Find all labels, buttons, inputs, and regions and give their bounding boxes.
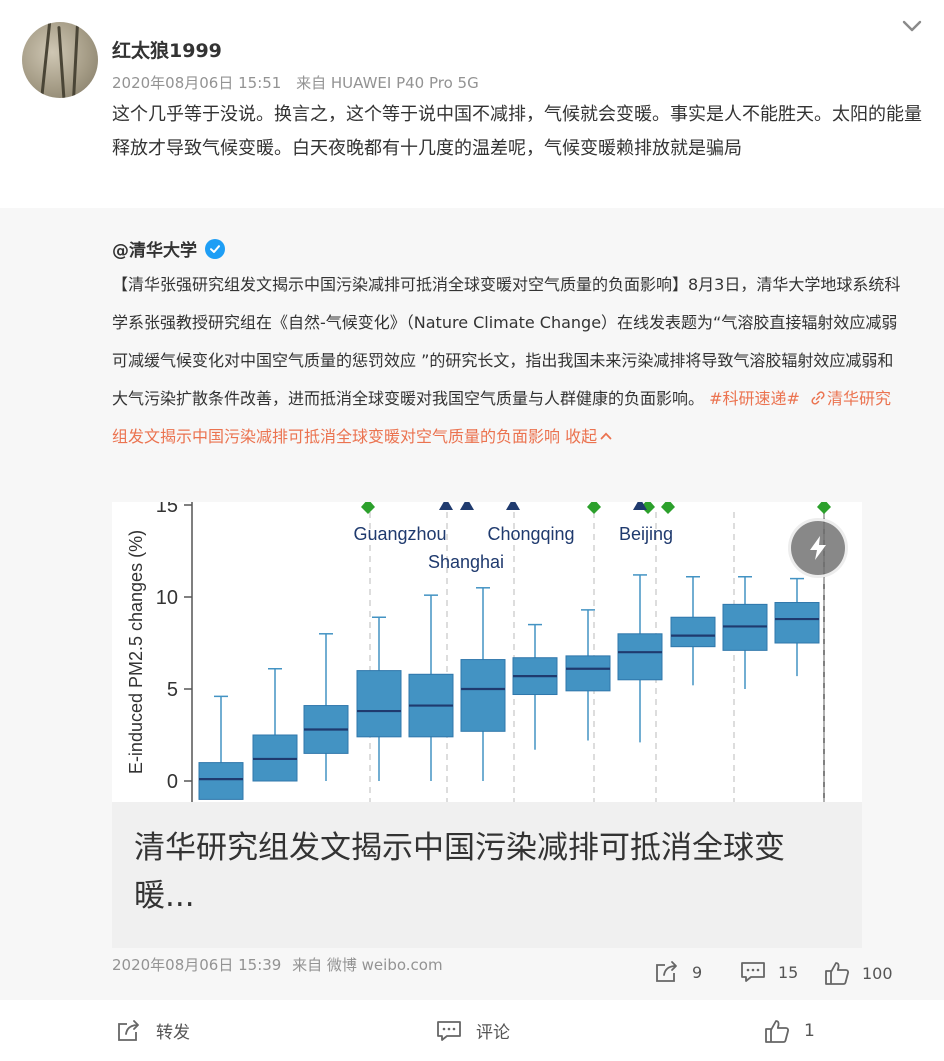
- post-source: 来自 HUAWEI P40 Pro 5G: [296, 74, 479, 92]
- quoted-comment-count: 15: [778, 962, 799, 982]
- article-card[interactable]: 0 5 10 15 E-induced PM2.5 changes (%) Guangzh…: [112, 502, 862, 948]
- comment-label[interactable]: 评论: [476, 1018, 510, 1043]
- y-tick-label: 10: [156, 587, 178, 609]
- thumbs-up-icon: [825, 962, 850, 985]
- link-icon: [811, 391, 825, 405]
- city-label: Shanghai: [428, 552, 504, 572]
- post-timestamp[interactable]: 2020年08月06日 15:51: [112, 74, 281, 92]
- y-axis-label: E-induced PM2.5 changes (%): [126, 530, 146, 774]
- diamond-marker: [361, 502, 375, 514]
- hashtag-link[interactable]: #科研速递#: [709, 389, 800, 408]
- city-label: Guangzhou: [353, 524, 446, 544]
- article-card-title[interactable]: 清华研究组发文揭示中国污染减排可抵消全球变暖...: [134, 824, 844, 920]
- like-button[interactable]: 1: [764, 1018, 815, 1044]
- avatar[interactable]: [22, 22, 98, 98]
- quoted-meta: 2020年08月06日 15:39 来自 微博 weibo.com: [112, 954, 443, 975]
- thumbs-up-icon: [765, 1020, 790, 1043]
- collapse-label[interactable]: 收起: [565, 427, 597, 446]
- chevron-down-icon[interactable]: [900, 14, 924, 38]
- article-card-image[interactable]: 0 5 10 15 E-induced PM2.5 changes (%) Guangzh…: [112, 502, 862, 802]
- quoted-text: 【清华张强研究组发文揭示中国污染减排可抵消全球变暖对空气质量的负面影响】8月3日…: [112, 266, 902, 456]
- diamond-marker: [587, 502, 601, 514]
- box: [670, 616, 716, 648]
- quoted-like-stat[interactable]: 100: [824, 960, 893, 986]
- comment-icon: [437, 1020, 461, 1041]
- y-tick-label: 0: [167, 771, 178, 793]
- quoted-repost-count: 9: [692, 962, 703, 982]
- box: [774, 602, 820, 644]
- triangle-marker: [460, 502, 474, 510]
- verified-badge-icon: [205, 238, 225, 259]
- quoted-repost-stat[interactable]: 9: [654, 960, 702, 984]
- post-meta: 2020年08月06日 15:51 来自 HUAWEI P40 Pro 5G: [112, 72, 489, 93]
- repost-icon: [656, 961, 677, 982]
- like-count: 1: [804, 1021, 815, 1041]
- quoted-timestamp[interactable]: 2020年08月06日 15:39: [112, 956, 281, 974]
- comment-icon: [741, 962, 765, 982]
- quoted-author-name[interactable]: @清华大学: [112, 236, 197, 261]
- box: [460, 659, 506, 732]
- flash-icon[interactable]: [788, 518, 848, 578]
- triangle-marker: [506, 502, 520, 510]
- quoted-author[interactable]: @清华大学: [112, 236, 225, 261]
- quoted-comment-stat[interactable]: 15: [740, 960, 798, 984]
- quoted-source: 来自 微博 weibo.com: [292, 956, 443, 974]
- chevron-up-icon: [600, 432, 612, 440]
- weibo-post: 红太狼1999 2020年08月06日 15:51 来自 HUAWEI P40 …: [0, 0, 944, 1061]
- box: [356, 670, 402, 738]
- comment-button[interactable]: 评论: [436, 1018, 510, 1043]
- post-text: 这个几乎等于没说。换言之，这个等于说中国不减排，气候就会变暖。事实是人不能胜天。…: [112, 104, 922, 159]
- repost-label[interactable]: 转发: [156, 1018, 190, 1043]
- city-label: Chongqing: [487, 524, 574, 544]
- city-label: Beijing: [619, 524, 673, 544]
- city-label: Dhaka: [676, 502, 729, 506]
- diamond-marker: [817, 502, 831, 514]
- triangle-marker: [439, 502, 453, 510]
- box: [565, 655, 611, 692]
- collapse-button[interactable]: 收起: [565, 427, 612, 446]
- quoted-like-count: 100: [862, 963, 893, 983]
- y-tick-label: 5: [167, 679, 178, 701]
- repost-icon: [118, 1019, 139, 1041]
- box: [198, 762, 244, 800]
- boxplot-chart: 0 5 10 15 E-induced PM2.5 changes (%) Guangzh…: [126, 502, 831, 802]
- username[interactable]: 红太狼1999: [112, 36, 222, 63]
- repost-button[interactable]: 转发: [116, 1018, 190, 1043]
- box: [617, 633, 663, 681]
- y-tick-label: 15: [156, 502, 178, 517]
- diamond-marker: [661, 502, 675, 514]
